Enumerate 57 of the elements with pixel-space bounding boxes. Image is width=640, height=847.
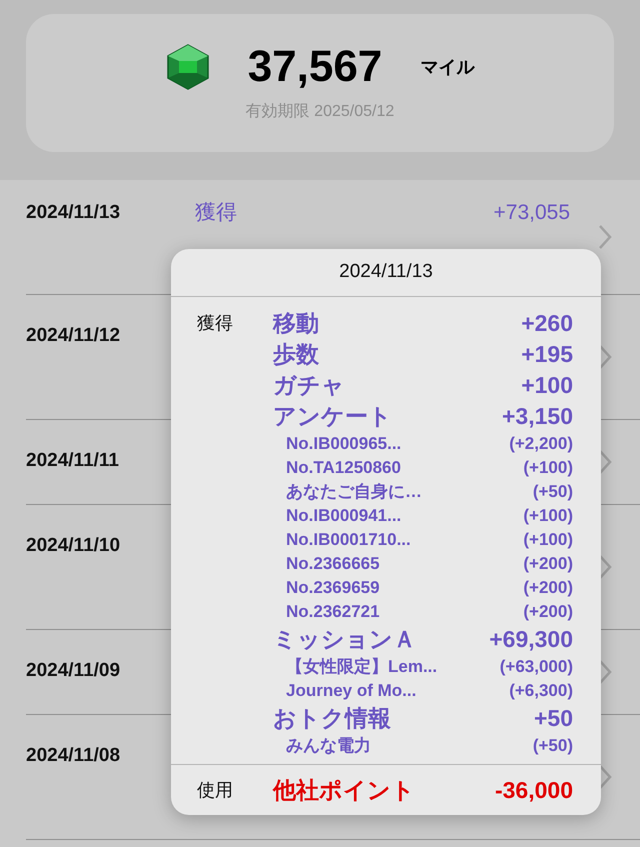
detail-amount: (+100) bbox=[523, 457, 573, 480]
detail-name: 【女性限定】Lem... bbox=[286, 656, 438, 678]
chevron-icon[interactable] bbox=[598, 224, 612, 250]
detail-amount: (+200) bbox=[523, 553, 573, 576]
history-date: 2024/11/08 bbox=[26, 745, 122, 767]
category-name: 他社ポイント bbox=[273, 776, 415, 805]
detail-amount: (+200) bbox=[523, 577, 573, 600]
category-name: ミッションＡ bbox=[273, 625, 416, 654]
chevron-icon[interactable] bbox=[598, 659, 612, 685]
detail-name: No.IB000965... bbox=[286, 433, 402, 456]
history-date: 2024/11/12 bbox=[26, 325, 122, 347]
category-name: ガチャ bbox=[273, 371, 345, 400]
detail-name: あなたご自身に… bbox=[286, 481, 422, 504]
category-amount: -36,000 bbox=[494, 776, 573, 805]
detail-name: No.2369659 bbox=[286, 577, 380, 600]
popup-date: 2024/11/13 bbox=[339, 260, 433, 284]
chevron-icon[interactable] bbox=[598, 764, 612, 790]
detail-amount: (+6,300) bbox=[509, 680, 573, 702]
history-date: 2024/11/11 bbox=[26, 450, 120, 472]
entry-amount: +73,055 bbox=[494, 202, 570, 224]
miles-balance: 37,567 bbox=[248, 45, 382, 89]
detail-name: No.TA1250860 bbox=[286, 457, 401, 480]
category-name: 歩数 bbox=[273, 340, 319, 370]
detail-amount: (+100) bbox=[523, 505, 573, 528]
history-date: 2024/11/10 bbox=[26, 535, 122, 557]
section-label: 獲得 bbox=[197, 312, 233, 335]
chevron-icon[interactable] bbox=[598, 344, 612, 370]
entry-type: 獲得 bbox=[195, 202, 237, 224]
detail-name: Journey of Mo... bbox=[286, 680, 416, 702]
category-name: おトク情報 bbox=[273, 704, 391, 734]
detail-name: みんな電力 bbox=[286, 735, 371, 758]
detail-name: No.IB000941... bbox=[286, 505, 402, 528]
detail-name: No.2366665 bbox=[286, 553, 380, 576]
chevron-icon[interactable] bbox=[598, 449, 612, 475]
category-amount: +195 bbox=[521, 340, 573, 370]
category-amount: +100 bbox=[521, 371, 573, 400]
history-date: 2024/11/13 bbox=[26, 202, 122, 224]
detail-name: No.IB0001710... bbox=[286, 529, 411, 552]
expiry-date: 有効期限 2025/05/12 bbox=[246, 102, 394, 122]
detail-amount: (+50) bbox=[532, 481, 573, 504]
category-name: 移動 bbox=[273, 309, 319, 338]
category-amount: +50 bbox=[534, 704, 573, 734]
detail-amount: (+63,000) bbox=[500, 656, 573, 678]
detail-amount: (+50) bbox=[532, 735, 573, 758]
detail-name: No.2362721 bbox=[286, 601, 380, 624]
category-name: アンケート bbox=[273, 402, 392, 432]
detail-amount: (+100) bbox=[523, 529, 573, 552]
category-amount: +260 bbox=[521, 309, 573, 338]
category-amount: +3,150 bbox=[502, 402, 573, 432]
detail-amount: (+2,200) bbox=[509, 433, 573, 456]
chevron-icon[interactable] bbox=[598, 554, 612, 580]
section-label: 使用 bbox=[197, 780, 233, 800]
gem-icon bbox=[166, 44, 210, 90]
miles-unit: マイル bbox=[420, 56, 474, 78]
history-date: 2024/11/09 bbox=[26, 660, 122, 682]
detail-amount: (+200) bbox=[523, 601, 573, 624]
category-amount: +69,300 bbox=[489, 625, 573, 654]
